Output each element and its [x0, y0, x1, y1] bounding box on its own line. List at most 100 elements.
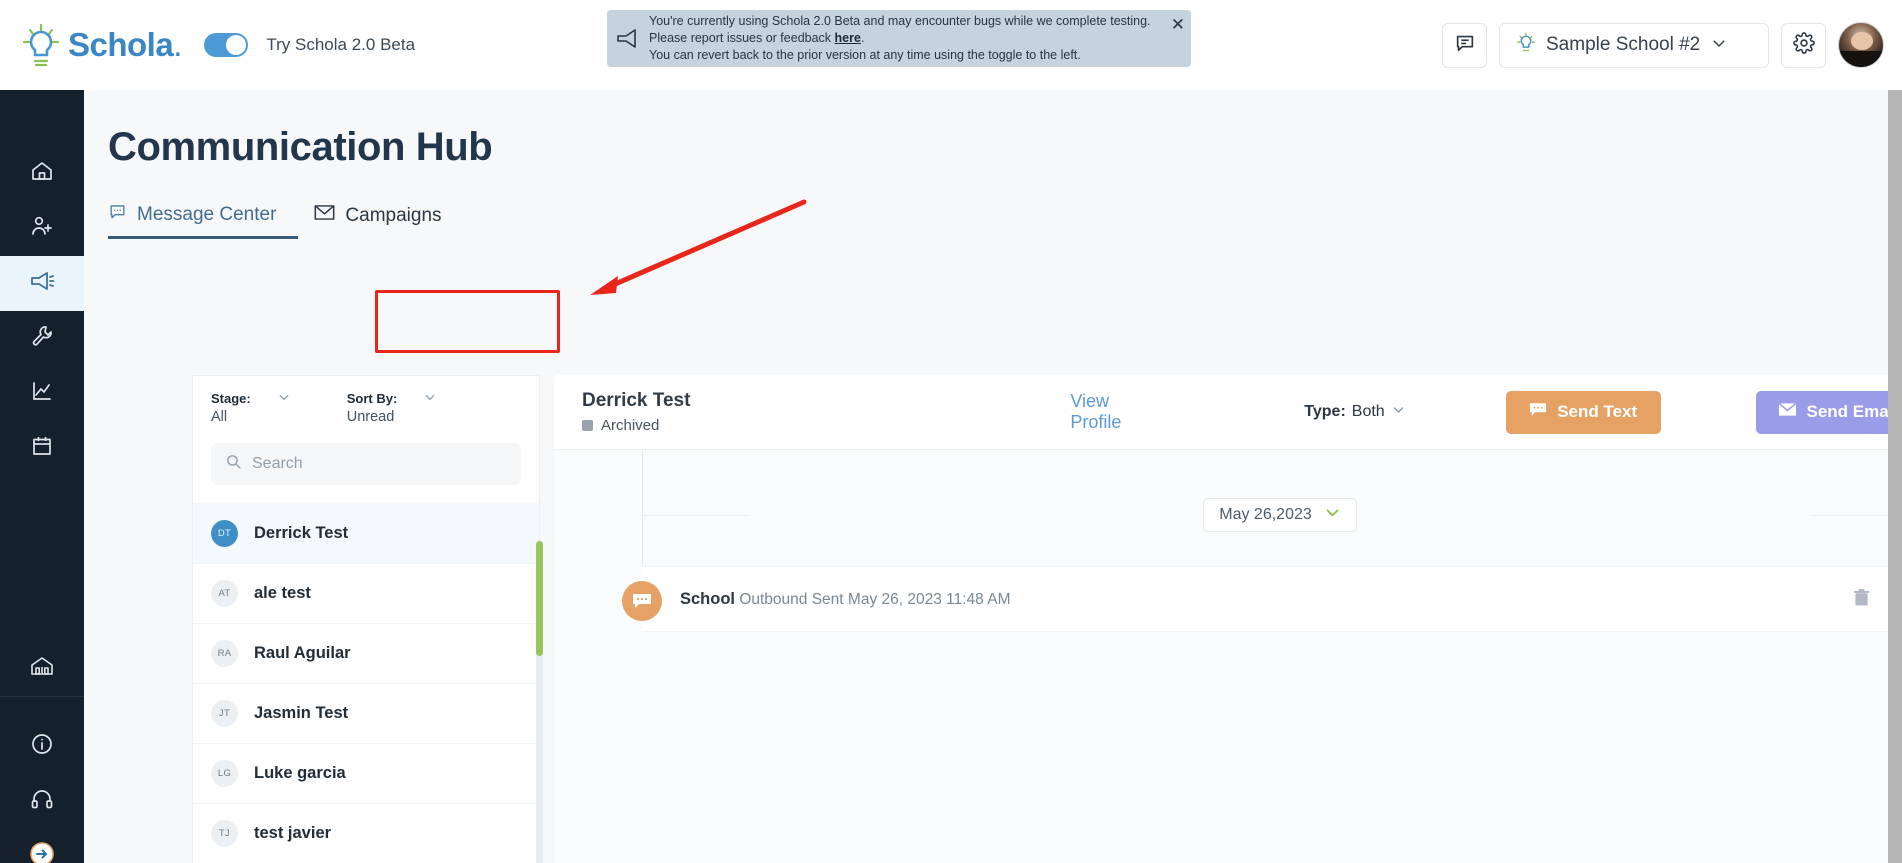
sidebar-item-add-student[interactable] [0, 201, 84, 256]
send-text-label: Send Text [1557, 402, 1638, 421]
wrench-icon [30, 324, 54, 353]
settings-button[interactable] [1781, 22, 1826, 68]
tab-message-center[interactable]: Message Center [108, 202, 299, 239]
status-label: Archived [601, 417, 660, 434]
brand-dot: . [173, 26, 183, 63]
tab-campaigns[interactable]: Campaigns [314, 204, 451, 239]
message-summary: School Outbound Sent May 26, 2023 11:48 … [680, 590, 1010, 609]
page-scrollbar[interactable] [1888, 90, 1902, 863]
send-text-button[interactable]: Send Text [1505, 390, 1661, 434]
search-input[interactable] [252, 455, 507, 473]
school-name: Sample School #2 [1546, 34, 1701, 55]
envelope-icon [1777, 402, 1797, 422]
sidebar-item-tools[interactable] [0, 311, 84, 366]
beta-toggle[interactable] [204, 33, 249, 57]
conversation-identity: Derrick Test Archived [582, 390, 1070, 434]
toggle-knob [226, 35, 247, 55]
sidebar-item-communication[interactable] [0, 256, 84, 311]
list-item[interactable]: DT Derrick Test [193, 503, 539, 563]
message-row[interactable]: School Outbound Sent May 26, 2023 11:48 … [642, 566, 1888, 632]
chevron-down-icon [423, 390, 437, 407]
sidebar-item-support[interactable] [0, 774, 84, 829]
chat-bubble-icon [1454, 32, 1476, 59]
chart-line-icon [30, 379, 54, 408]
contact-list: DT Derrick Test AT ale test RA Raul Agui… [193, 503, 539, 863]
contact-list-scrollbar[interactable] [536, 541, 543, 863]
avatar: AT [211, 580, 238, 607]
tab-message-center-label: Message Center [137, 203, 277, 225]
list-item[interactable]: RA Raul Aguilar [193, 623, 539, 683]
gear-icon [1792, 31, 1815, 59]
stage-filter[interactable]: Stage: All [211, 390, 291, 425]
date-separator-line [1811, 514, 1888, 516]
date-chip-label: May 26,2023 [1219, 506, 1312, 523]
chevron-down-icon [1391, 402, 1406, 422]
left-sidebar [0, 90, 84, 863]
search-box[interactable] [211, 443, 521, 485]
megaphone-icon [29, 269, 55, 298]
annotation-highlight-box [375, 290, 560, 353]
message-meta: Outbound Sent May 26, 2023 11:48 AM [739, 590, 1011, 608]
scrollbar-thumb[interactable] [1888, 90, 1902, 863]
avatar: RA [211, 640, 238, 667]
avatar: LG [211, 760, 238, 787]
send-email-label: Send Email [1806, 402, 1889, 421]
sidebar-item-home[interactable] [0, 146, 84, 201]
page-content: Communication Hub Message Center Campaig… [84, 90, 1888, 863]
chevron-down-icon [277, 390, 291, 407]
type-selector-value: Both [1351, 403, 1385, 420]
banner-line-2-pre: Please report issues or feedback [649, 31, 835, 45]
status-square-icon [582, 420, 593, 431]
send-email-button[interactable]: Send Email [1755, 390, 1889, 434]
annotation-arrow [590, 199, 807, 295]
school-selector[interactable]: Sample School #2 [1499, 22, 1769, 68]
type-selector[interactable]: Type: Both [1304, 402, 1405, 422]
sidebar-item-info[interactable] [0, 719, 84, 774]
view-profile-link[interactable]: View Profile [1070, 391, 1159, 433]
date-chip[interactable]: May 26,2023 [1203, 498, 1357, 532]
header-actions: Sample School #2 [1442, 22, 1884, 68]
close-icon[interactable]: ✕ [1171, 16, 1185, 33]
sort-by-filter-value: Unread [346, 409, 395, 425]
banner-line-1: You're currently using Schola 2.0 Beta a… [649, 14, 1151, 28]
list-item[interactable]: LG Luke garcia [193, 743, 539, 803]
contact-name: ale test [254, 584, 311, 602]
chevron-down-icon [1324, 504, 1341, 526]
list-item[interactable]: AT ale test [193, 563, 539, 623]
brand-logo[interactable]: Schola . [0, 22, 182, 68]
info-circle-icon [30, 732, 54, 761]
envelope-icon [314, 204, 335, 227]
sidebar-item-expand[interactable] [0, 829, 84, 863]
banner-feedback-link[interactable]: here [835, 31, 861, 45]
beta-toggle-label: Try Schola 2.0 Beta [266, 35, 416, 54]
lightbulb-logo-icon [18, 22, 64, 68]
megaphone-icon [615, 28, 641, 50]
tab-campaigns-label: Campaigns [345, 204, 442, 226]
school-building-icon [29, 654, 55, 683]
banner-line-3: You can revert back to the prior version… [649, 48, 1081, 62]
search-icon [225, 453, 242, 475]
banner-line-2: Please report issues or feedback here. [649, 30, 1151, 47]
conversation-panel: Derrick Test Archived View Profile Type:… [554, 375, 1888, 863]
brand-name: Schola [68, 26, 174, 63]
sidebar-item-school[interactable] [0, 641, 84, 696]
list-item[interactable]: TJ test javier [193, 803, 539, 863]
avatar: TJ [211, 820, 238, 847]
search-container [193, 425, 539, 485]
scrollbar-thumb[interactable] [536, 541, 543, 656]
banner-line-2-post: . [860, 31, 865, 45]
user-avatar[interactable] [1838, 22, 1884, 68]
list-item[interactable]: JT Jasmin Test [193, 683, 539, 743]
beta-banner-text: You're currently using Schola 2.0 Beta a… [649, 13, 1151, 64]
date-separator-line [642, 514, 749, 516]
status-badge: Archived [582, 417, 1070, 434]
sidebar-item-calendar[interactable] [0, 421, 84, 476]
sidebar-item-analytics[interactable] [0, 366, 84, 421]
sort-by-filter[interactable]: Sort By: Unread [347, 390, 438, 425]
trash-icon[interactable] [1853, 588, 1870, 612]
conversation-header: Derrick Test Archived View Profile Type:… [554, 375, 1888, 450]
contact-name: test javier [254, 824, 332, 842]
lightbulb-small-icon [1516, 32, 1536, 59]
feedback-button[interactable] [1442, 22, 1487, 68]
message-actions [1853, 588, 1888, 612]
